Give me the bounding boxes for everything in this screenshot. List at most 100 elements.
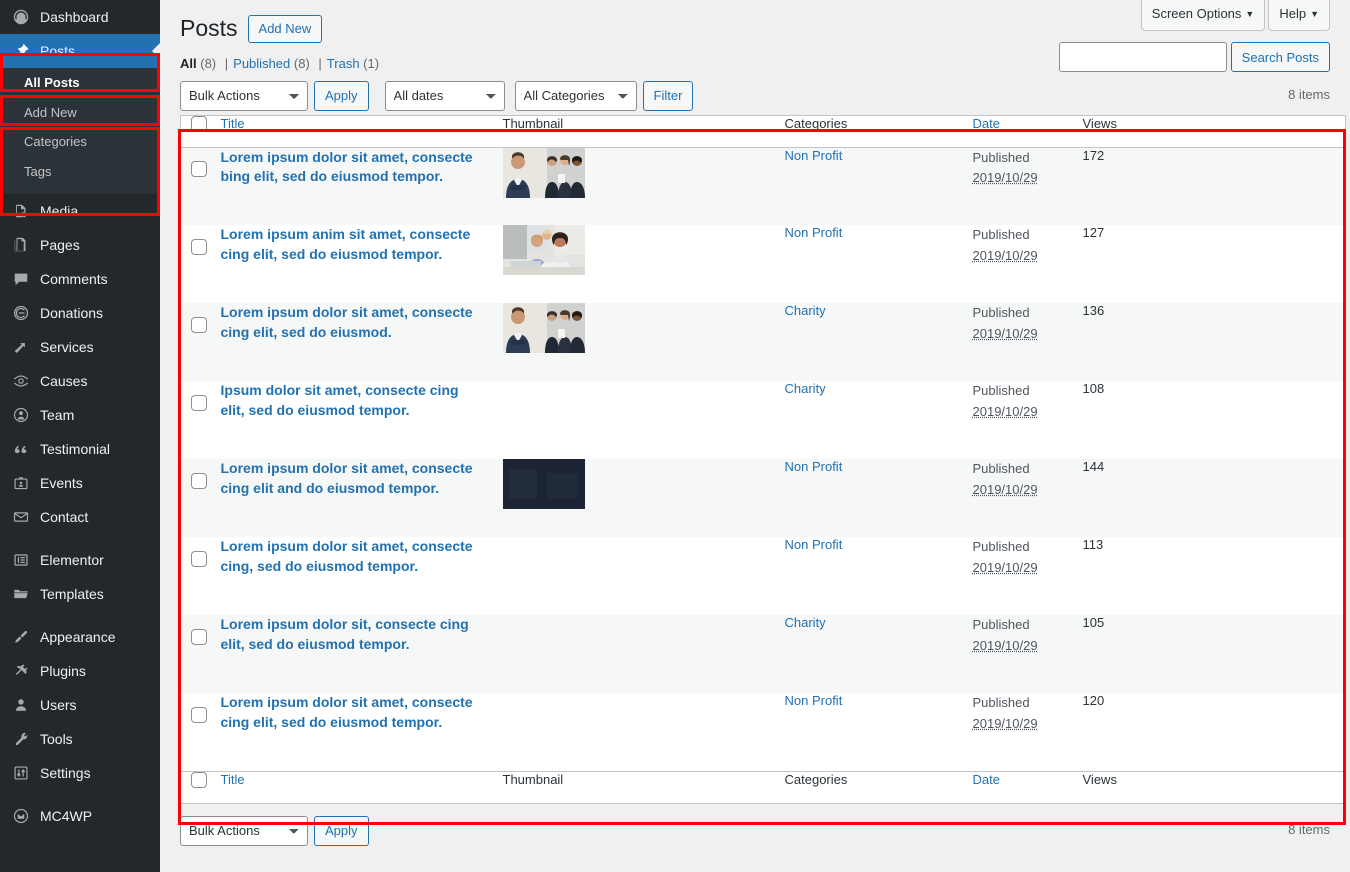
post-date-text: 2019/10/29 (972, 247, 1038, 263)
services-icon (11, 337, 31, 357)
post-category-link[interactable]: Non Profit (785, 537, 843, 552)
sidebar-item-label: Team (40, 407, 75, 424)
thumbnail-footer-label: Thumbnail (502, 771, 564, 787)
sidebar-item-templates[interactable]: Templates (0, 577, 160, 611)
sort-title-link-footer[interactable]: Title (221, 772, 245, 787)
sidebar-item-label: Testimonial (40, 441, 111, 458)
sidebar-item-settings[interactable]: Settings (0, 756, 160, 790)
column-footer-title[interactable]: Title (220, 770, 503, 804)
apply-button-top[interactable]: Apply (314, 80, 369, 111)
bulk-actions-select-top[interactable]: Bulk Actions (180, 80, 308, 111)
sidebar-item-users[interactable]: Users (0, 688, 160, 722)
post-category-link[interactable]: Charity (785, 381, 826, 396)
post-category-link[interactable]: Non Profit (785, 693, 843, 708)
search-posts-button[interactable]: Search Posts (1230, 42, 1330, 72)
post-views-count: 113 (1082, 537, 1104, 553)
submenu-arrow-icon (152, 43, 160, 59)
column-header-title[interactable]: Title (220, 115, 503, 148)
status-link-published[interactable]: Published (233, 56, 290, 71)
row-checkbox[interactable] (191, 628, 207, 645)
sidebar-item-pages[interactable]: Pages (0, 228, 160, 262)
column-header-date[interactable]: Date (972, 115, 1083, 148)
row-title-cell: Lorem ipsum anim sit amet, consecte cing… (221, 225, 503, 303)
post-title-link[interactable]: Lorem ipsum dolor sit amet, consecte cin… (221, 537, 503, 576)
status-link-trash[interactable]: Trash (327, 56, 360, 71)
filter-button[interactable]: Filter (642, 80, 694, 111)
sidebar-subitem-tags[interactable]: Tags (0, 157, 160, 187)
post-date-text: 2019/10/29 (972, 325, 1038, 341)
row-date-cell: Published 2019/10/29 (973, 693, 1083, 771)
post-category-link[interactable]: Charity (785, 303, 826, 318)
sidebar-item-team[interactable]: Team (0, 398, 160, 432)
row-title-cell: Lorem ipsum dolor sit amet, consecte bin… (221, 147, 503, 225)
status-link-all[interactable]: All (180, 56, 197, 71)
sort-date-link[interactable]: Date (973, 116, 1000, 131)
sidebar-item-services[interactable]: Services (0, 330, 160, 364)
row-checkbox[interactable] (191, 238, 207, 255)
row-checkbox[interactable] (191, 161, 207, 178)
status-filter-all[interactable]: All (8) | (180, 56, 233, 71)
sidebar-item-causes[interactable]: Causes (0, 364, 160, 398)
post-thumbnail (502, 225, 585, 276)
status-filter-published[interactable]: Published (8) | (233, 56, 327, 71)
post-category-link[interactable]: Non Profit (785, 459, 843, 474)
sidebar-item-dashboard[interactable]: Dashboard (0, 0, 160, 34)
admin-sidebar: Dashboard Posts All Posts Add New Catego… (0, 0, 160, 872)
select-all-checkbox-bottom[interactable] (191, 772, 207, 789)
post-title-link[interactable]: Lorem ipsum anim sit amet, consecte cing… (221, 225, 503, 264)
sort-date-link-footer[interactable]: Date (973, 772, 1000, 787)
post-title-link[interactable]: Lorem ipsum dolor sit amet, consecte bin… (221, 148, 503, 187)
apply-button-bottom[interactable]: Apply (314, 815, 369, 846)
status-filter-trash[interactable]: Trash (1) (327, 56, 379, 71)
chevron-down-icon: ▼ (1310, 9, 1319, 19)
row-date-cell: Published 2019/10/29 (973, 303, 1083, 381)
post-title-link[interactable]: Lorem ipsum dolor sit amet, consecte cin… (221, 459, 503, 498)
sidebar-subitem-all-posts[interactable]: All Posts (0, 68, 160, 98)
row-categories-cell: Non Profit (785, 147, 973, 225)
sort-title-link[interactable]: Title (221, 116, 245, 131)
events-icon (11, 473, 31, 493)
post-category-link[interactable]: Charity (785, 615, 826, 630)
sidebar-item-tools[interactable]: Tools (0, 722, 160, 756)
sidebar-subitem-add-new[interactable]: Add New (0, 98, 160, 128)
sidebar-item-donations[interactable]: Donations (0, 296, 160, 330)
sidebar-item-elementor[interactable]: Elementor (0, 543, 160, 577)
row-checkbox[interactable] (191, 472, 207, 489)
sidebar-item-testimonial[interactable]: Testimonial (0, 432, 160, 466)
post-title-link[interactable]: Ipsum dolor sit amet, consecte cing elit… (221, 381, 503, 420)
row-checkbox[interactable] (191, 316, 207, 333)
sidebar-item-plugins[interactable]: Plugins (0, 654, 160, 688)
help-button[interactable]: Help ▼ (1268, 0, 1330, 31)
post-title-link[interactable]: Lorem ipsum dolor sit amet, consecte cin… (221, 303, 503, 342)
post-views-count: 144 (1082, 459, 1105, 475)
row-checkbox[interactable] (191, 550, 207, 567)
bulk-actions-select-bottom[interactable]: Bulk Actions (180, 815, 308, 846)
post-category-link[interactable]: Non Profit (785, 225, 843, 240)
search-input[interactable] (1058, 42, 1227, 72)
sidebar-item-mc4wp[interactable]: MC4WP (0, 799, 160, 833)
add-new-button[interactable]: Add New (247, 14, 323, 44)
row-checkbox[interactable] (191, 706, 207, 723)
select-all-checkbox-top[interactable] (191, 116, 207, 133)
row-checkbox[interactable] (191, 394, 207, 411)
sidebar-subitem-categories[interactable]: Categories (0, 127, 160, 157)
donations-icon (11, 303, 31, 323)
post-status-text: Published (972, 149, 1030, 165)
column-footer-date[interactable]: Date (972, 770, 1083, 804)
date-filter-select[interactable]: All dates (384, 80, 505, 111)
sidebar-item-contact[interactable]: Contact (0, 500, 160, 534)
screen-options-button[interactable]: Screen Options ▼ (1140, 0, 1266, 31)
sidebar-item-appearance[interactable]: Appearance (0, 620, 160, 654)
category-filter-select[interactable]: All Categories (514, 80, 637, 111)
post-category-link[interactable]: Non Profit (785, 148, 843, 163)
sidebar-item-media[interactable]: Media (0, 194, 160, 228)
status-count-published: (8) (293, 55, 310, 71)
post-title-link[interactable]: Lorem ipsum dolor sit, consecte cing eli… (221, 615, 503, 654)
sidebar-item-comments[interactable]: Comments (0, 262, 160, 296)
sidebar-item-posts[interactable]: Posts (0, 34, 160, 68)
post-views-count: 108 (1082, 381, 1105, 397)
post-title-link[interactable]: Lorem ipsum dolor sit amet, consecte cin… (221, 693, 503, 732)
sidebar-item-events[interactable]: Events (0, 466, 160, 500)
sidebar-item-label: Elementor (40, 552, 104, 569)
row-date-cell: Published 2019/10/29 (973, 225, 1083, 303)
